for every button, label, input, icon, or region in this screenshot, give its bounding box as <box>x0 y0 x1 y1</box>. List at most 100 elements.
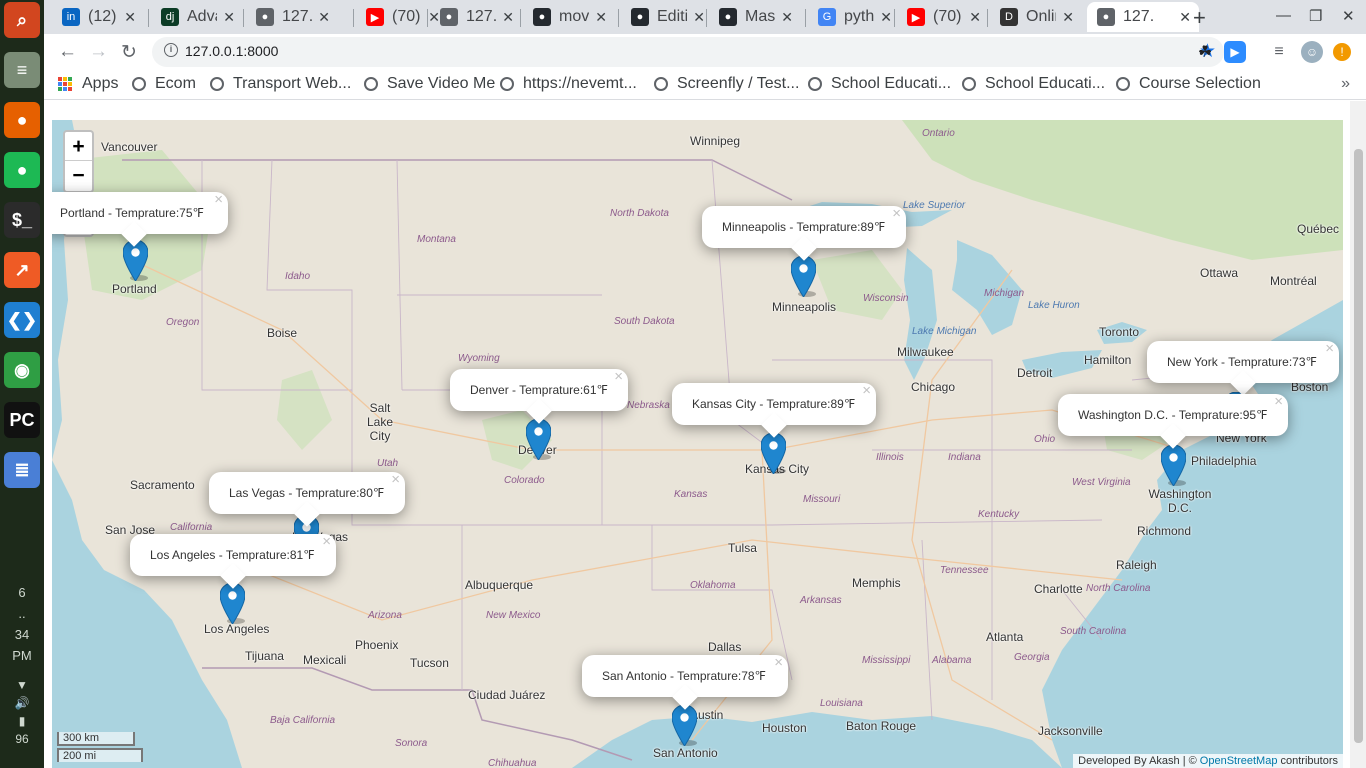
wifi-icon[interactable]: ▼ <box>0 676 44 694</box>
bookmark-item[interactable]: School Educati... <box>962 75 1105 93</box>
map-marker-icon[interactable] <box>671 704 698 747</box>
minimize-icon[interactable]: — <box>1276 7 1291 24</box>
browser-tab[interactable]: ● movie ✕ <box>523 2 615 32</box>
tab-title: Online <box>1026 8 1056 25</box>
bookmark-apps[interactable]: Apps <box>58 75 118 93</box>
region-label: Georgia <box>1014 652 1050 663</box>
bookmarks-overflow-icon[interactable]: » <box>1341 75 1350 93</box>
browser-tab[interactable]: ▶ (70) YouTube ✕ <box>897 2 989 32</box>
city-label: Ciudad Juárez <box>468 688 546 702</box>
popup-close-icon[interactable]: × <box>774 642 783 684</box>
tab-close-icon[interactable]: ✕ <box>595 9 607 26</box>
map-marker-icon[interactable] <box>790 255 817 298</box>
bookmark-item[interactable]: Transport Web... <box>210 75 351 93</box>
tab-close-icon[interactable]: ✕ <box>1179 9 1191 26</box>
browser-tab[interactable]: ● Editing ✕ <box>621 2 713 32</box>
scrollbar-thumb[interactable] <box>1354 149 1363 743</box>
clock-minute: 34 <box>14 627 30 642</box>
tab-close-icon[interactable]: ✕ <box>969 9 981 26</box>
firefox-app-icon[interactable]: ● <box>4 102 40 138</box>
browser-tab[interactable]: dj Advanced Django ✕ <box>151 2 243 32</box>
tab-close-icon[interactable]: ✕ <box>880 9 892 26</box>
map-marker-icon[interactable] <box>525 418 552 461</box>
city-label: Tijuana <box>245 649 284 663</box>
bookmark-item[interactable]: Course Selection <box>1116 75 1261 93</box>
tab-close-icon[interactable]: ✕ <box>693 9 705 26</box>
popup-close-icon[interactable]: × <box>214 179 223 221</box>
region-label: Wyoming <box>458 353 500 364</box>
browser-tab[interactable]: D Online ✕ <box>990 2 1082 32</box>
map-marker-icon[interactable] <box>1160 444 1187 487</box>
tab-close-icon[interactable]: ✕ <box>318 9 330 26</box>
bookmark-label: Course Selection <box>1139 75 1261 92</box>
site-info-icon[interactable]: i <box>164 43 178 57</box>
browser-tab[interactable]: ● 127.0.0.1 ✕ <box>1087 2 1199 32</box>
popup-close-icon[interactable]: × <box>862 370 871 412</box>
tab-close-icon[interactable]: ✕ <box>124 9 136 26</box>
clock-ampm: PM <box>12 648 32 663</box>
tab-close-icon[interactable]: ✕ <box>223 9 235 26</box>
map-marker-icon[interactable] <box>122 239 149 282</box>
bookmark-item[interactable]: Save Video Me <box>364 75 495 93</box>
zoom-extension-icon[interactable]: ▶ <box>1224 41 1246 63</box>
reload-icon[interactable]: ↻ <box>121 41 137 64</box>
browser-tab[interactable]: ● 127.0.0.1 ✕ <box>430 2 522 32</box>
forward-arrow-icon[interactable]: → <box>89 41 108 63</box>
postman-app-icon[interactable]: ↗ <box>4 252 40 288</box>
city-label: Milwaukee <box>897 345 954 359</box>
region-label: Tennessee <box>940 565 989 576</box>
popup-close-icon[interactable]: × <box>391 459 400 501</box>
new-tab-button[interactable]: + <box>1193 5 1206 31</box>
region-label: Chihuahua <box>488 758 537 768</box>
page-scrollbar[interactable] <box>1350 101 1366 768</box>
city-label: Winnipeg <box>690 134 741 148</box>
city-label: San Antonio <box>653 746 718 760</box>
restore-icon[interactable]: ❐ <box>1309 7 1322 25</box>
media-control-icon[interactable]: ≡ <box>1268 41 1290 63</box>
city-label: Portland <box>112 282 157 296</box>
city-label: Chicago <box>911 380 956 394</box>
profile-avatar[interactable]: ☺ <box>1301 41 1323 63</box>
zoom-out-button[interactable]: − <box>65 161 92 190</box>
battery-icon[interactable]: ▮ <box>0 712 44 730</box>
tab-close-icon[interactable]: ✕ <box>1062 9 1074 26</box>
files-app-icon[interactable]: ≡ <box>4 52 40 88</box>
address-bar[interactable]: i 127.0.0.1:8000 ★ <box>152 37 1224 67</box>
tab-close-icon[interactable]: ✕ <box>781 9 793 26</box>
extension-icon[interactable]: ☘ <box>1194 41 1216 63</box>
popup-close-icon[interactable]: × <box>892 193 901 235</box>
bookmark-item[interactable]: Screenfly / Test... <box>654 75 799 93</box>
spotify-app-icon[interactable]: ● <box>4 152 40 188</box>
map-marker-icon[interactable] <box>760 432 787 475</box>
browser-tab[interactable]: Gpython ✕ <box>808 2 900 32</box>
volume-icon[interactable]: 🔊 <box>0 694 44 712</box>
pycharm-app-icon[interactable]: PC <box>4 402 40 438</box>
bookmark-item[interactable]: https://nevemt... <box>500 75 637 93</box>
tab-close-icon[interactable]: ✕ <box>502 9 514 26</box>
city-label: Salt Lake City <box>366 401 394 443</box>
close-window-icon[interactable]: ✕ <box>1342 7 1355 25</box>
chrome-app-icon[interactable]: ◉ <box>4 352 40 388</box>
search-app-icon[interactable]: ⌕ <box>4 2 40 38</box>
popup-text: San Antonio - Temprature:78℉ <box>602 669 766 683</box>
zoom-in-button[interactable]: + <box>65 132 92 161</box>
leaflet-map[interactable]: Vancouver Winnipeg Portland Boise Minneapoli… <box>52 120 1343 768</box>
popup-close-icon[interactable]: × <box>322 521 331 563</box>
back-arrow-icon[interactable]: ← <box>58 41 77 63</box>
update-alert-icon[interactable]: ! <box>1333 43 1351 61</box>
popup-close-icon[interactable]: × <box>1325 328 1334 370</box>
popup-close-icon[interactable]: × <box>614 356 623 398</box>
browser-tab[interactable]: ● Master ✕ <box>709 2 801 32</box>
docs-app-icon[interactable]: ≣ <box>4 452 40 488</box>
vscode-app-icon[interactable]: ❮❯ <box>4 302 40 338</box>
bookmark-item[interactable]: School Educati... <box>808 75 951 93</box>
tab-title: 127.0.0.1 <box>1123 8 1153 25</box>
browser-tab[interactable]: ● 127.0.0.1 ✕ <box>246 2 338 32</box>
tab-separator <box>618 9 619 27</box>
terminal-app-icon[interactable]: $_ <box>4 202 40 238</box>
region-label: Kansas <box>674 489 708 500</box>
browser-tab[interactable]: in (12) LinkedIn ✕ <box>52 2 144 32</box>
bookmark-item[interactable]: Ecom <box>132 75 196 93</box>
popup-close-icon[interactable]: × <box>1274 381 1283 423</box>
openstreetmap-link[interactable]: OpenStreetMap <box>1200 755 1278 767</box>
